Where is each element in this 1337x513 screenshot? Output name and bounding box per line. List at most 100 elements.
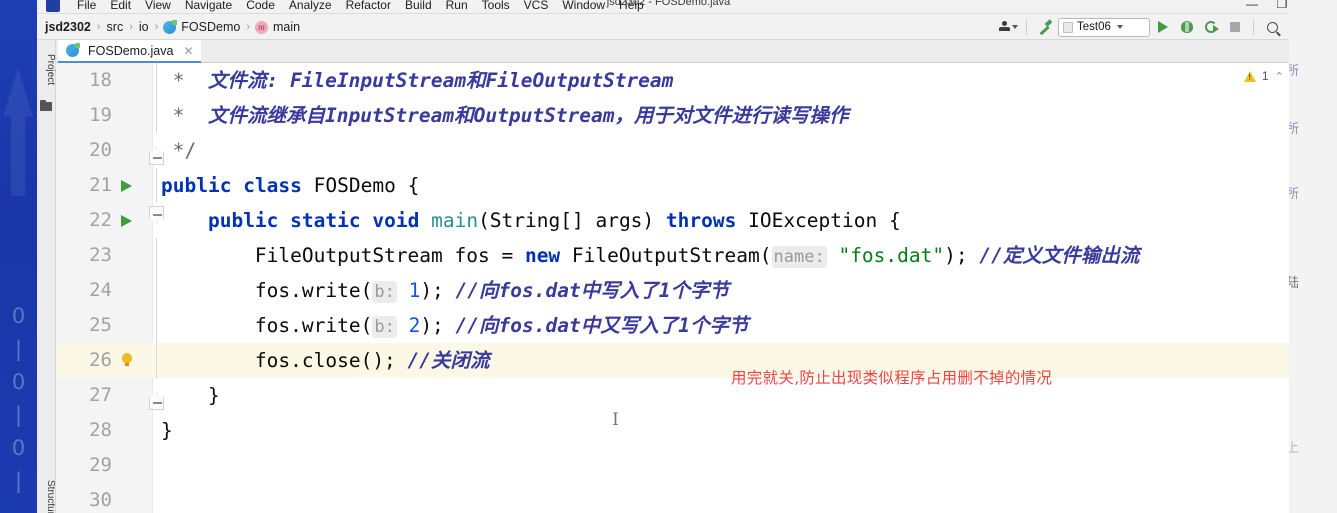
- code-text[interactable]: * 文件流: FileInputStream和FileOutputStream: [161, 63, 674, 98]
- lightbulb-icon[interactable]: [122, 353, 132, 366]
- menu-item-analyze[interactable]: Analyze: [282, 0, 339, 13]
- token-ident: [361, 209, 373, 232]
- token-ident: FOSDemo {: [301, 174, 420, 197]
- close-icon[interactable]: ✕: [183, 44, 193, 58]
- code-line-30[interactable]: 30: [56, 483, 1337, 513]
- menu-item-window[interactable]: Window: [555, 0, 612, 13]
- token-ident: );: [944, 244, 980, 267]
- code-line-23[interactable]: 23 FileOutputStream fos = new FileOutput…: [56, 238, 1337, 273]
- right-edge-overlay: 所 所 所 陆 上: [1289, 0, 1337, 513]
- run-config-label: Test06: [1077, 21, 1111, 33]
- token-ident: [278, 209, 290, 232]
- menu-item-view[interactable]: View: [138, 0, 178, 13]
- code-text[interactable]: }: [161, 378, 220, 413]
- breadcrumb-item-project[interactable]: jsd2302: [44, 20, 92, 34]
- overlay-digit-1: 0: [11, 370, 26, 394]
- token-ident: );: [420, 279, 456, 302]
- minimize-button[interactable]: —: [1239, 0, 1265, 12]
- editor-tab-fosdemo[interactable]: FOSDemo.java ✕: [58, 40, 201, 63]
- code-text[interactable]: }: [161, 413, 173, 448]
- code-text[interactable]: fos.write(b: 1); //向fos.dat中写入了1个字节: [161, 273, 729, 310]
- token-kw: throws: [665, 209, 737, 232]
- line-number: 27: [89, 384, 112, 406]
- stop-button[interactable]: [1224, 16, 1246, 38]
- token-kw: public: [161, 174, 232, 197]
- token-ident: IOException {: [736, 209, 901, 232]
- menu-item-tools[interactable]: Tools: [475, 0, 517, 13]
- code-line-19[interactable]: 19 * 文件流继承自InputStream和OutputStream，用于对文…: [56, 98, 1337, 133]
- play-icon: [1158, 21, 1168, 33]
- breadcrumb-separator: ›: [246, 21, 251, 33]
- menu-item-refactor[interactable]: Refactor: [339, 0, 398, 13]
- token-ident: [419, 209, 431, 232]
- token-cmt: //向fos.dat中又写入了1个字节: [455, 314, 749, 337]
- overlay-digit-0: 0: [11, 304, 26, 328]
- prev-problem-icon[interactable]: ⌃: [1275, 70, 1284, 83]
- code-text[interactable]: fos.close(); //关闭流: [161, 343, 490, 378]
- menu-item-vcs[interactable]: VCS: [517, 0, 556, 13]
- code-text[interactable]: FileOutputStream fos = new FileOutputStr…: [161, 238, 1139, 275]
- token-ident: fos.write(: [161, 314, 373, 337]
- coverage-icon: [1205, 21, 1219, 33]
- code-line-27[interactable]: 27 }: [56, 378, 1337, 413]
- token-cmtdoc: 文件流继承自InputStream和OutputStream，用于对文件进行读写…: [196, 104, 849, 127]
- breadcrumb-item-io[interactable]: io: [138, 20, 150, 34]
- breadcrumb-item-method[interactable]: main: [272, 20, 301, 34]
- annotation-note: 用完就关,防止出现类似程序占用删不掉的情况: [731, 369, 1053, 387]
- code-line-24[interactable]: 24 fos.write(b: 1); //向fos.dat中写入了1个字节: [56, 273, 1337, 308]
- profile-button[interactable]: [997, 16, 1019, 38]
- code-editor[interactable]: 18 * 文件流: FileInputStream和FileOutputStre…: [56, 63, 1337, 513]
- menu-item-build[interactable]: Build: [398, 0, 439, 13]
- breadcrumb-item-class[interactable]: FOSDemo: [180, 20, 241, 34]
- line-number: 22: [89, 209, 112, 231]
- menu-item-navigate[interactable]: Navigate: [178, 0, 239, 13]
- run-configuration-selector[interactable]: Test06: [1058, 17, 1150, 37]
- fold-guide-line: [156, 168, 157, 203]
- person-icon: [998, 21, 1010, 33]
- code-line-20[interactable]: 20 */: [56, 133, 1337, 168]
- tool-button-structure[interactable]: Structure: [36, 480, 56, 513]
- code-text[interactable]: public static void main(String[] args) t…: [161, 203, 901, 238]
- debug-button[interactable]: [1176, 16, 1198, 38]
- gutter-run-icon[interactable]: [121, 215, 132, 227]
- menu-item-run[interactable]: Run: [439, 0, 475, 13]
- overlay-arrow-icon: [3, 68, 33, 196]
- code-line-26[interactable]: 26 fos.close(); //关闭流: [56, 343, 1337, 378]
- breadcrumb-item-src[interactable]: src: [106, 20, 125, 34]
- code-line-25[interactable]: 25 fos.write(b: 2); //向fos.dat中又写入了1个字节: [56, 308, 1337, 343]
- menu-item-code[interactable]: Code: [239, 0, 282, 13]
- token-ident: FileOutputStream(: [560, 244, 772, 267]
- tool-button-project[interactable]: Project: [36, 42, 56, 98]
- token-ident: FileOutputStream fos =: [161, 244, 525, 267]
- line-number: 24: [89, 279, 112, 301]
- code-line-22[interactable]: 22 public static void main(String[] args…: [56, 203, 1337, 238]
- token-ident: }: [161, 384, 220, 407]
- coverage-button[interactable]: [1200, 16, 1222, 38]
- left-blue-overlay: 0 | 0 | 0 |: [0, 0, 37, 513]
- run-button[interactable]: [1152, 16, 1174, 38]
- code-line-29[interactable]: 29: [56, 448, 1337, 483]
- menu-bar: File Edit View Navigate Code Analyze Ref…: [0, 0, 1337, 14]
- code-lines: 18 * 文件流: FileInputStream和FileOutputStre…: [56, 63, 1337, 513]
- code-text[interactable]: fos.write(b: 2); //向fos.dat中又写入了1个字节: [161, 308, 748, 345]
- code-line-28[interactable]: 28}: [56, 413, 1337, 448]
- code-text[interactable]: * 文件流继承自InputStream和OutputStream，用于对文件进行…: [161, 98, 849, 133]
- toolbar-divider: [1253, 19, 1254, 35]
- breadcrumb-separator: ›: [96, 21, 101, 33]
- line-number: 23: [89, 244, 112, 266]
- warning-icon: [1243, 70, 1256, 82]
- gutter-run-icon[interactable]: [121, 180, 132, 192]
- run-config-icon: [1063, 21, 1073, 33]
- search-everywhere-button[interactable]: [1261, 16, 1283, 38]
- code-line-18[interactable]: 18 * 文件流: FileInputStream和FileOutputStre…: [56, 63, 1337, 98]
- overlay-fragment-1: 所: [1289, 64, 1299, 79]
- code-line-21[interactable]: 21 public class FOSDemo {: [56, 168, 1337, 203]
- menu-item-edit[interactable]: Edit: [103, 0, 138, 13]
- fold-guide-line: [156, 63, 157, 98]
- build-button[interactable]: [1034, 16, 1056, 38]
- line-number: 29: [89, 454, 112, 476]
- code-text[interactable]: */: [161, 133, 197, 168]
- menu-item-file[interactable]: File: [70, 0, 103, 13]
- breadcrumb-separator: ›: [129, 21, 133, 33]
- code-text[interactable]: public class FOSDemo {: [161, 168, 419, 203]
